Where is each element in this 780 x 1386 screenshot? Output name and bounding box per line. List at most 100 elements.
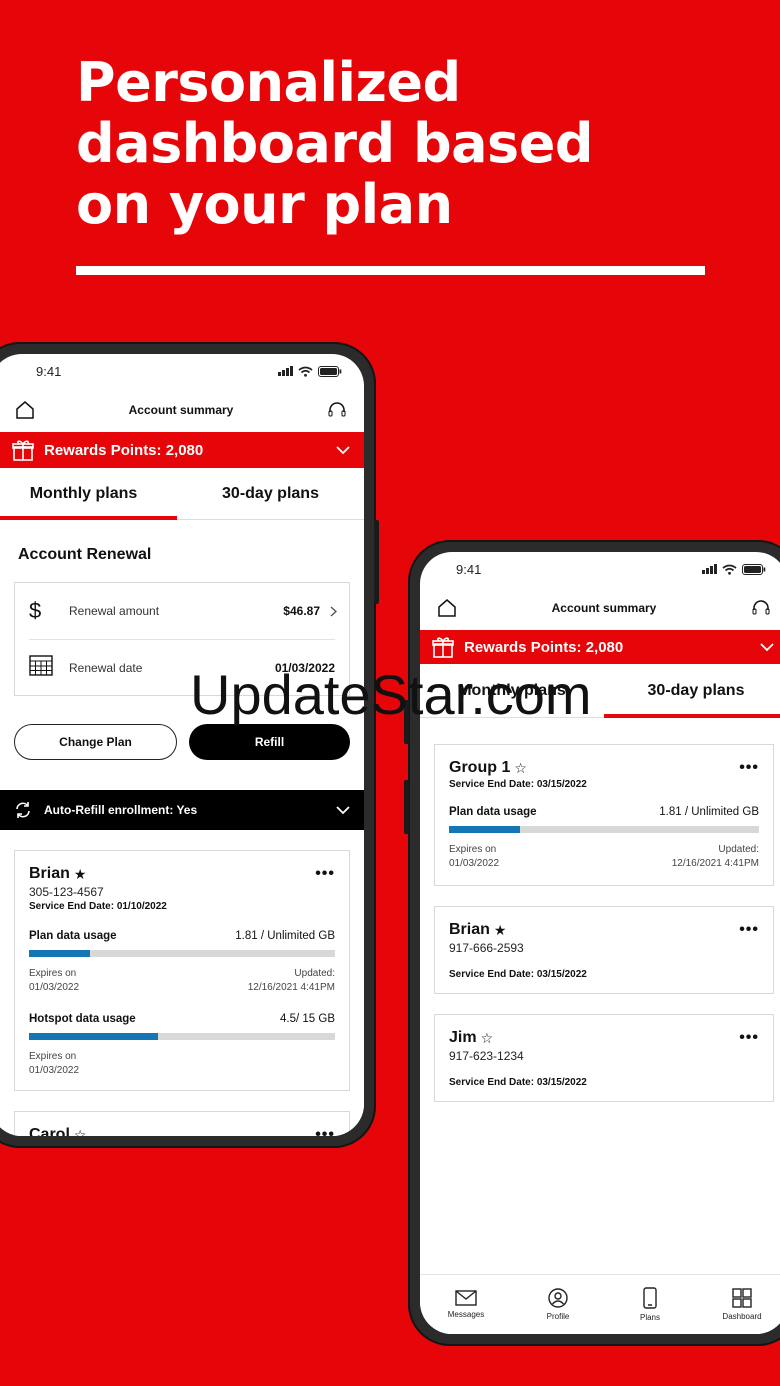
service-end-date: Service End Date: 03/15/2022 (449, 969, 587, 980)
line-name: Brian (449, 921, 490, 938)
bottom-nav: Messages Profile Plans Dashboard (420, 1274, 780, 1334)
updated-label: Updated: (294, 968, 335, 979)
expires-label: Expires on (449, 844, 497, 855)
plan-usage-bar (449, 826, 759, 833)
more-icon[interactable]: ••• (315, 865, 335, 883)
star-outline-icon[interactable]: ☆ (74, 1127, 87, 1137)
envelope-icon (455, 1290, 477, 1306)
auto-refill-bar[interactable]: Auto-Refill enrollment: Yes (0, 790, 364, 830)
status-time: 9:41 (36, 363, 62, 379)
app-bar: Account summary (420, 586, 780, 630)
plan-tabs: Monthly plans 30-day plans (0, 468, 364, 520)
plan-usage-label: Plan data usage (449, 806, 537, 818)
refill-button[interactable]: Refill (189, 724, 350, 760)
plan-usage-fill (449, 826, 521, 833)
line-card-carol[interactable]: Carol ☆ ••• (14, 1111, 350, 1136)
chevron-down-icon (760, 642, 774, 651)
updated-value: 12/16/2021 4:41PM (671, 858, 759, 869)
star-outline-icon[interactable]: ☆ (481, 1030, 494, 1047)
nav-label: Dashboard (722, 1312, 762, 1321)
service-end-date: Service End Date: 03/15/2022 (449, 779, 587, 790)
more-icon[interactable]: ••• (739, 759, 759, 777)
line-card-brian[interactable]: Brian ★ ••• 917-666-2593 Service End Dat… (434, 906, 774, 994)
status-bar: 9:41 (0, 354, 364, 388)
expires-date: 01/03/2022 (449, 858, 500, 869)
signal-icon (278, 366, 293, 376)
profile-icon (548, 1288, 568, 1308)
home-icon[interactable] (434, 595, 460, 621)
hotspot-usage-fill (29, 1033, 158, 1040)
battery-icon (742, 563, 766, 575)
more-icon[interactable]: ••• (739, 921, 759, 939)
phone-right-side-button-2 (404, 780, 409, 834)
renewal-amount-value: $46.87 (283, 604, 320, 618)
service-end-date: Service End Date: 03/15/2022 (449, 1077, 587, 1088)
line-name: Carol (29, 1126, 70, 1136)
line-card-brian[interactable]: Brian ★ ••• 305-123-4567 Service End Dat… (14, 850, 350, 1091)
battery-icon (318, 365, 342, 377)
headline-line-2: dashboard based (76, 112, 593, 175)
tab-monthly-plans[interactable]: Monthly plans (0, 468, 177, 520)
dashboard-icon (732, 1288, 752, 1308)
tab-30-day-plans[interactable]: 30-day plans (177, 468, 364, 519)
star-filled-icon[interactable]: ★ (74, 866, 87, 883)
auto-refill-status: Auto-Refill enrollment: Yes (44, 803, 198, 817)
service-end-date: Service End Date: 01/10/2022 (29, 901, 167, 912)
rewards-banner[interactable]: Rewards Points: 2,080 (0, 432, 364, 468)
line-list: Group 1 ☆ ••• Service End Date: 03/15/20… (420, 718, 780, 1102)
line-name: Jim (449, 1029, 477, 1046)
more-icon[interactable]: ••• (739, 1029, 759, 1047)
tab-30-day-plans[interactable]: 30-day plans (604, 664, 780, 718)
line-name: Group 1 (449, 759, 511, 776)
rewards-points: Rewards Points: 2,080 (464, 638, 624, 656)
status-time: 9:41 (456, 561, 482, 577)
page-title: Account summary (128, 403, 234, 417)
wifi-icon (298, 366, 313, 377)
wifi-icon (722, 564, 737, 575)
headline: Personalized dashboard based on your pla… (76, 52, 716, 235)
line-phone-number: 305-123-4567 (29, 885, 104, 899)
watermark: UpdateStar.com (190, 663, 592, 726)
phone-left-side-button (374, 520, 379, 604)
headline-line-3: on your plan (76, 173, 453, 236)
renewal-amount-label: Renewal amount (69, 604, 160, 618)
home-icon[interactable] (12, 397, 38, 423)
nav-dashboard[interactable]: Dashboard (696, 1275, 780, 1334)
headset-icon[interactable] (324, 397, 350, 423)
plan-usage-label: Plan data usage (29, 930, 117, 942)
hotspot-expires-label: Expires on (29, 1051, 77, 1062)
chevron-down-icon (336, 445, 350, 454)
line-card-jim[interactable]: Jim ☆ ••• 917-623-1234 Service End Date:… (434, 1014, 774, 1102)
expires-date: 01/03/2022 (29, 982, 80, 993)
plan-usage-value: 1.81 / Unlimited GB (659, 806, 759, 818)
expires-label: Expires on (29, 968, 77, 979)
renewal-date-label: Renewal date (69, 660, 143, 675)
nav-profile[interactable]: Profile (512, 1275, 604, 1334)
calendar-icon (29, 654, 69, 682)
updated-label: Updated: (718, 844, 759, 855)
line-phone-number: 917-666-2593 (449, 941, 524, 955)
nav-messages[interactable]: Messages (420, 1275, 512, 1334)
change-plan-button[interactable]: Change Plan (14, 724, 177, 760)
app-bar: Account summary (0, 388, 364, 432)
gift-icon (432, 637, 454, 658)
nav-plans[interactable]: Plans (604, 1275, 696, 1334)
status-bar: 9:41 (420, 552, 780, 586)
headline-line-1: Personalized (76, 51, 461, 114)
star-outline-icon[interactable]: ☆ (514, 760, 527, 777)
line-card-group-1[interactable]: Group 1 ☆ ••• Service End Date: 03/15/20… (434, 744, 774, 886)
smartphone-icon (643, 1287, 657, 1309)
renewal-amount-row[interactable]: $ Renewal amount $46.87 (15, 583, 349, 639)
phone-left: 9:41 Account summary Rewards Points: 2,0… (0, 342, 376, 1148)
refresh-icon (16, 802, 30, 818)
signal-icon (702, 564, 717, 574)
star-filled-icon[interactable]: ★ (494, 922, 507, 939)
headset-icon[interactable] (748, 595, 774, 621)
hotspot-usage-label: Hotspot data usage (29, 1013, 136, 1025)
more-icon[interactable]: ••• (315, 1126, 335, 1136)
rewards-points: Rewards Points: 2,080 (44, 441, 204, 459)
nav-label: Profile (546, 1312, 570, 1321)
rewards-banner[interactable]: Rewards Points: 2,080 (420, 630, 780, 664)
phone-left-screen: 9:41 Account summary Rewards Points: 2,0… (0, 354, 364, 1136)
plan-usage-value: 1.81 / Unlimited GB (235, 930, 335, 942)
